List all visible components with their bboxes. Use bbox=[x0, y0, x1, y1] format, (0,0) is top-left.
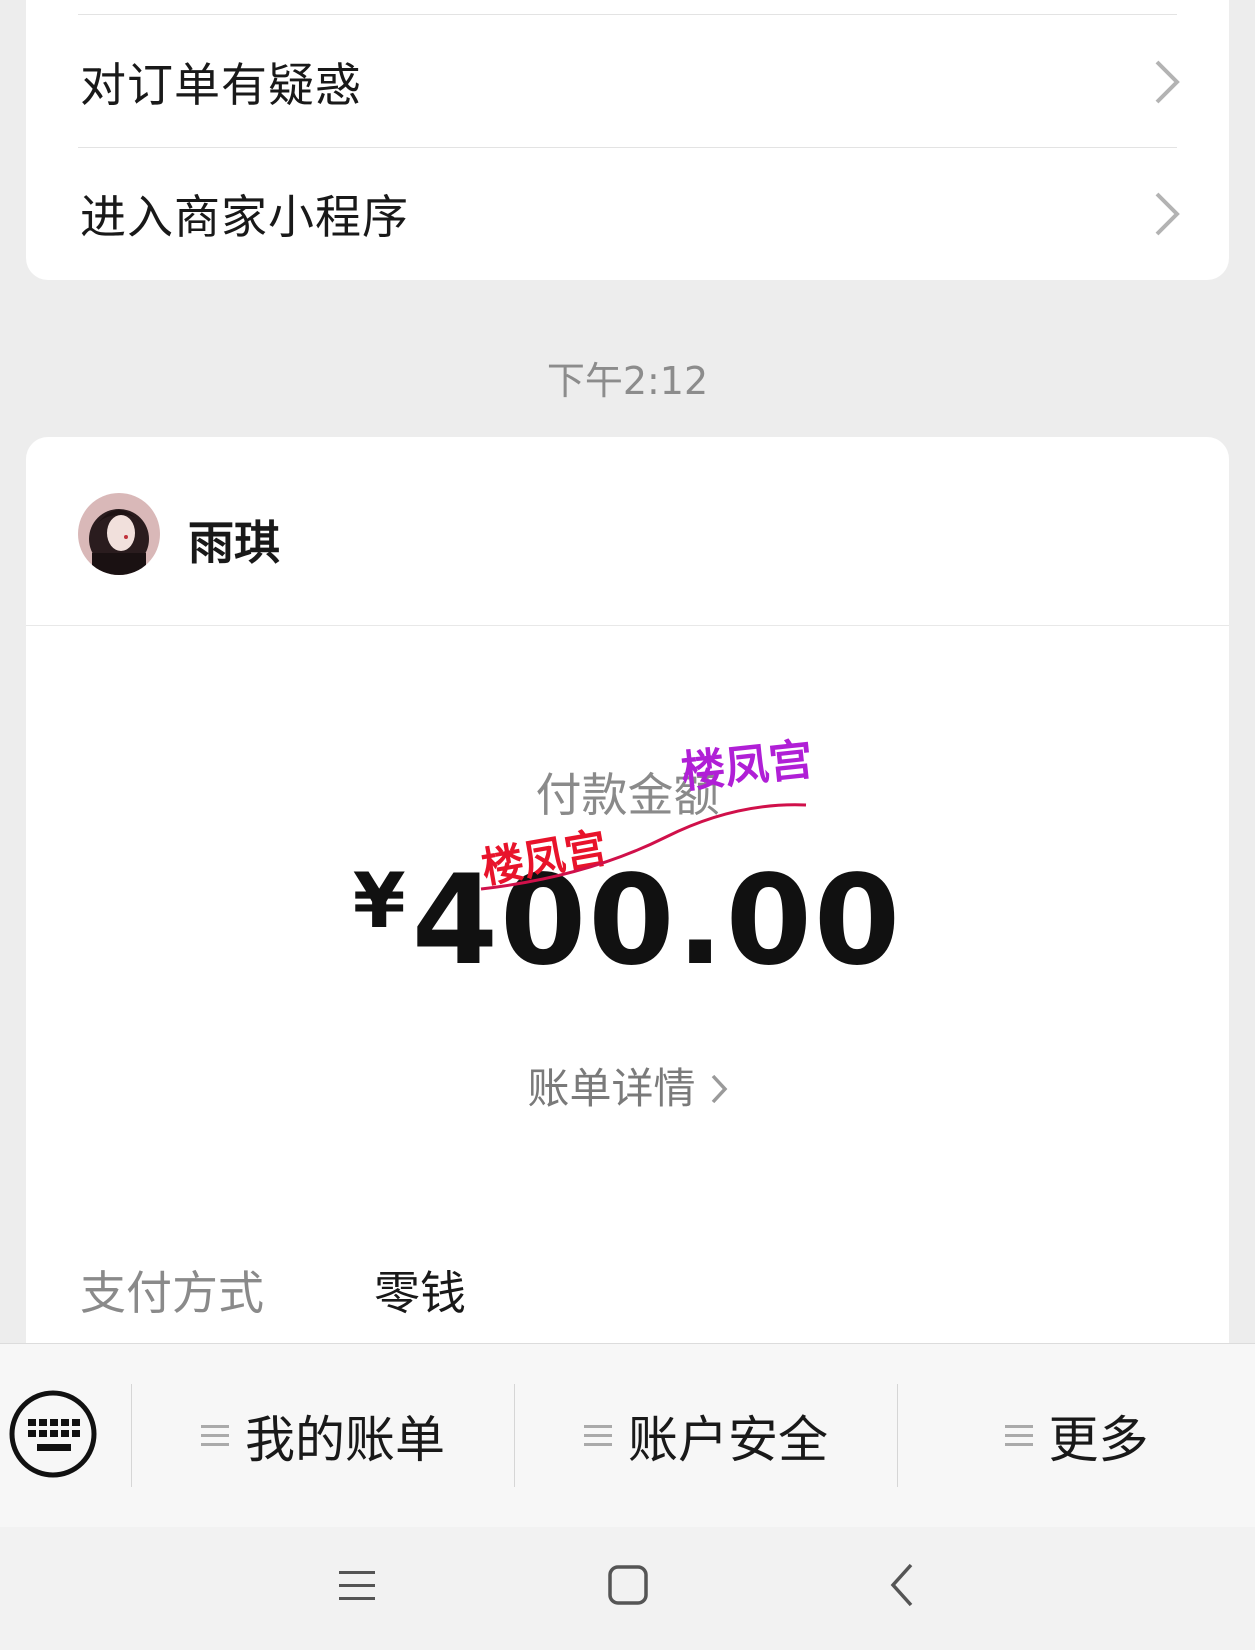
bill-details-link[interactable]: 账单详情 bbox=[26, 1055, 1229, 1116]
currency-symbol: ¥ bbox=[352, 856, 406, 945]
chevron-right-icon bbox=[711, 1074, 727, 1104]
payment-amount: ¥400.00 bbox=[26, 849, 1229, 993]
payee-name: 雨琪 bbox=[188, 516, 280, 570]
merchant-miniprogram-label: 进入商家小程序 bbox=[80, 190, 409, 244]
home-button[interactable] bbox=[598, 1555, 658, 1615]
menu-more[interactable]: 更多 bbox=[898, 1344, 1255, 1527]
menu-my-bills[interactable]: 我的账单 bbox=[132, 1344, 514, 1527]
home-icon bbox=[608, 1565, 648, 1605]
divider bbox=[26, 625, 1229, 626]
order-question-label: 对订单有疑惑 bbox=[80, 58, 362, 112]
menu-icon bbox=[339, 1571, 375, 1600]
payment-card[interactable]: 雨琪 付款金额 ¥400.00 账单详情 支付方式 零钱 楼凤宫 楼凤宫 bbox=[26, 437, 1229, 1447]
avatar-image bbox=[78, 493, 160, 575]
service-menu-bar: 我的账单 账户安全 更多 bbox=[0, 1343, 1255, 1528]
merchant-miniprogram-row[interactable]: 进入商家小程序 bbox=[26, 148, 1229, 280]
menu-account-security-label: 账户安全 bbox=[628, 1410, 828, 1469]
menu-lines-icon bbox=[1004, 1424, 1033, 1446]
back-button[interactable] bbox=[873, 1555, 933, 1615]
bill-details-label: 账单详情 bbox=[527, 1064, 696, 1113]
order-actions-card: 对订单有疑惑 进入商家小程序 bbox=[26, 0, 1229, 280]
keyboard-icon bbox=[9, 1390, 97, 1478]
chevron-right-icon bbox=[1155, 192, 1180, 236]
divider bbox=[78, 14, 1177, 15]
menu-lines-icon bbox=[584, 1424, 612, 1446]
amount-label: 付款金额 bbox=[535, 768, 720, 822]
keyboard-toggle-button[interactable] bbox=[8, 1389, 98, 1479]
recent-apps-button[interactable] bbox=[327, 1555, 387, 1615]
menu-more-label: 更多 bbox=[1048, 1410, 1149, 1469]
payee-avatar[interactable] bbox=[78, 493, 160, 575]
payment-method-value: 零钱 bbox=[374, 1266, 466, 1320]
back-icon bbox=[890, 1563, 913, 1607]
menu-account-security[interactable]: 账户安全 bbox=[515, 1344, 897, 1527]
menu-lines-icon bbox=[201, 1424, 229, 1446]
payment-method-label: 支付方式 bbox=[80, 1266, 264, 1320]
system-nav-bar bbox=[0, 1527, 1255, 1650]
amount-value: 400.00 bbox=[411, 849, 903, 993]
order-question-row[interactable]: 对订单有疑惑 bbox=[26, 16, 1229, 148]
menu-my-bills-label: 我的账单 bbox=[245, 1410, 445, 1469]
chevron-right-icon bbox=[1155, 60, 1180, 104]
message-timestamp: 下午2:12 bbox=[546, 359, 709, 403]
